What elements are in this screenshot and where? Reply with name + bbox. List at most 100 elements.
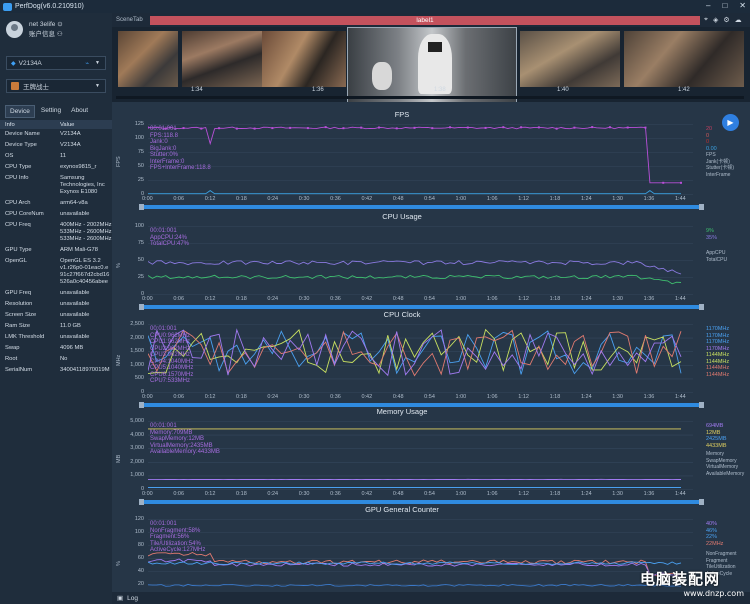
info-value: arm64-v8a: [60, 200, 88, 206]
chart-annotation: 00:01:001: [150, 326, 177, 332]
log-label[interactable]: Log: [127, 595, 138, 602]
x-tick-label: 0:06: [173, 196, 185, 202]
x-tick-label: 0:12: [204, 196, 216, 202]
log-toggle-icon[interactable]: ▣: [117, 594, 123, 602]
chart-annotation: Memory:709MB: [150, 429, 193, 436]
data-point: [360, 126, 363, 129]
data-point: [449, 126, 452, 129]
maximize-icon[interactable]: □: [722, 1, 727, 10]
legend-entry: InterFrame: [706, 171, 731, 178]
chart-plot[interactable]: [148, 124, 693, 196]
data-point: [342, 127, 345, 130]
data-point: [324, 126, 327, 129]
info-key: Screen Size: [5, 312, 37, 318]
y-tick-label: 75: [137, 240, 144, 246]
location-icon[interactable]: ⌖: [704, 16, 708, 24]
y-tick-label: 2,500: [130, 321, 144, 327]
thumbnail-time: 1:34: [191, 87, 203, 93]
screenshot-thumbnail[interactable]: [624, 31, 744, 87]
tab-about[interactable]: About: [67, 105, 92, 118]
x-tick-label: 1:44: [675, 196, 686, 202]
scene-label-bar[interactable]: label1: [150, 15, 700, 25]
column-header-value: Value: [55, 120, 112, 129]
account-info-link[interactable]: 账户信息: [29, 31, 55, 38]
table-row: CPU Info Samsung Technologies, Inc Exynos…: [0, 173, 112, 198]
screenshot-thumbnail[interactable]: [262, 31, 346, 87]
info-key: CPU CoreNum: [5, 211, 44, 217]
data-point: [644, 126, 647, 129]
y-axis-label: FPS: [116, 156, 122, 167]
x-tick-label: 1:36: [643, 196, 655, 202]
chart-memory: Memory Usage 5,000 4,000 3,000 2,000 1,000 0 MB…: [112, 399, 750, 505]
data-point: [218, 127, 221, 130]
screenshot-thumbnail[interactable]: [118, 31, 178, 87]
y-tick-label: 100: [134, 529, 144, 535]
table-row: Ram Size 11.0 GB: [0, 321, 112, 332]
x-tick-label: 0:18: [236, 196, 247, 202]
info-key: OS: [5, 153, 14, 159]
device-select-value: V2134A: [18, 59, 42, 67]
y-tick-label: 40: [137, 568, 144, 574]
legend-value: 22MHz: [706, 540, 724, 547]
screenshot-thumbnail[interactable]: [520, 31, 620, 87]
pin-icon[interactable]: ◈: [713, 16, 718, 24]
perfdog-logo-icon: [3, 2, 12, 11]
legend-value: 4433MB: [706, 442, 727, 449]
y-axis-label: MHz: [116, 354, 122, 366]
screenshot-strip[interactable]: 1:34 1:36 1:38 1:40 1:42: [112, 27, 750, 105]
screenshot-preview-large[interactable]: [347, 27, 517, 105]
y-axis-label: %: [116, 263, 122, 268]
title-bar: PerfDog(v6.0.210910) – □ ✕: [0, 0, 750, 13]
info-key: GPU Freq: [5, 290, 32, 296]
settings-icon[interactable]: ⚙: [723, 16, 729, 24]
chart-annotation: Jank:0: [150, 139, 168, 145]
close-icon[interactable]: ✕: [739, 1, 746, 10]
info-value: 34004118970019M: [60, 367, 110, 373]
y-tick-label: 2,000: [130, 334, 144, 341]
y-tick-label: 25: [137, 274, 144, 280]
chart-annotation: 00:01:001: [150, 126, 177, 132]
table-row: CPU Freq 400MHz - 2002MHz 533MHz - 2600MH…: [0, 220, 112, 245]
legend-entry: Memory: [706, 451, 725, 457]
chart-plot[interactable]: [148, 421, 693, 491]
chart-annotation: AppCPU:24%: [150, 234, 188, 241]
avatar[interactable]: [6, 21, 23, 38]
legend-entry: TotalCPU: [706, 256, 728, 263]
chart-plot[interactable]: [148, 226, 693, 296]
info-icon[interactable]: ⊙: [57, 21, 62, 28]
info-value: Samsung Technologies, Inc Exynos E1080: [60, 175, 105, 195]
chart-annotation: NonFragment:58%: [150, 527, 201, 534]
data-point: [271, 127, 274, 130]
app-icon: [11, 82, 19, 90]
y-tick-label: 100: [134, 135, 144, 141]
x-tick-label: 0:24: [267, 196, 279, 202]
user-name: net 3elife: [29, 20, 56, 28]
cloud-icon[interactable]: ☁: [735, 16, 742, 24]
minimize-icon[interactable]: –: [706, 1, 710, 10]
chart-plot[interactable]: [148, 324, 693, 394]
data-point: [253, 127, 256, 130]
screenshot-thumbnail[interactable]: [182, 31, 262, 87]
x-tick-label: 0:00: [142, 196, 153, 202]
info-value: unavailable: [60, 301, 90, 307]
y-tick-label: 0: [140, 191, 144, 197]
device-select[interactable]: ◆ V2134A ⌁ ▼: [6, 56, 106, 70]
thumbnail-scrollbar[interactable]: [116, 96, 744, 99]
chart-annotation: CPU1:962MHz: [150, 339, 191, 345]
legend-entry: AppCPU: [706, 250, 726, 256]
tab-setting[interactable]: Setting: [37, 105, 65, 118]
chart-annotation: CPU0:962MHz: [150, 332, 191, 339]
wifi-icon[interactable]: ⌁: [85, 60, 89, 67]
app-select[interactable]: 王牌战士 ▼: [6, 79, 106, 93]
data-point: [608, 126, 611, 129]
table-row: GPU Type ARM Mali-G78: [0, 245, 112, 256]
tab-device[interactable]: Device: [5, 105, 35, 118]
info-value: 4096 MB: [60, 345, 84, 351]
chart-plot[interactable]: [148, 519, 693, 599]
user-profile[interactable]: net 3elife ⊙ 账户信息 ⚇: [0, 13, 112, 46]
chart-annotation: CPU7:533MHz: [150, 378, 191, 384]
data-point: [148, 126, 149, 129]
chart-annotation: ActiveCycle:127MHz: [150, 547, 206, 553]
y-tick-label: 4,000: [130, 431, 144, 438]
data-point: [431, 127, 434, 130]
